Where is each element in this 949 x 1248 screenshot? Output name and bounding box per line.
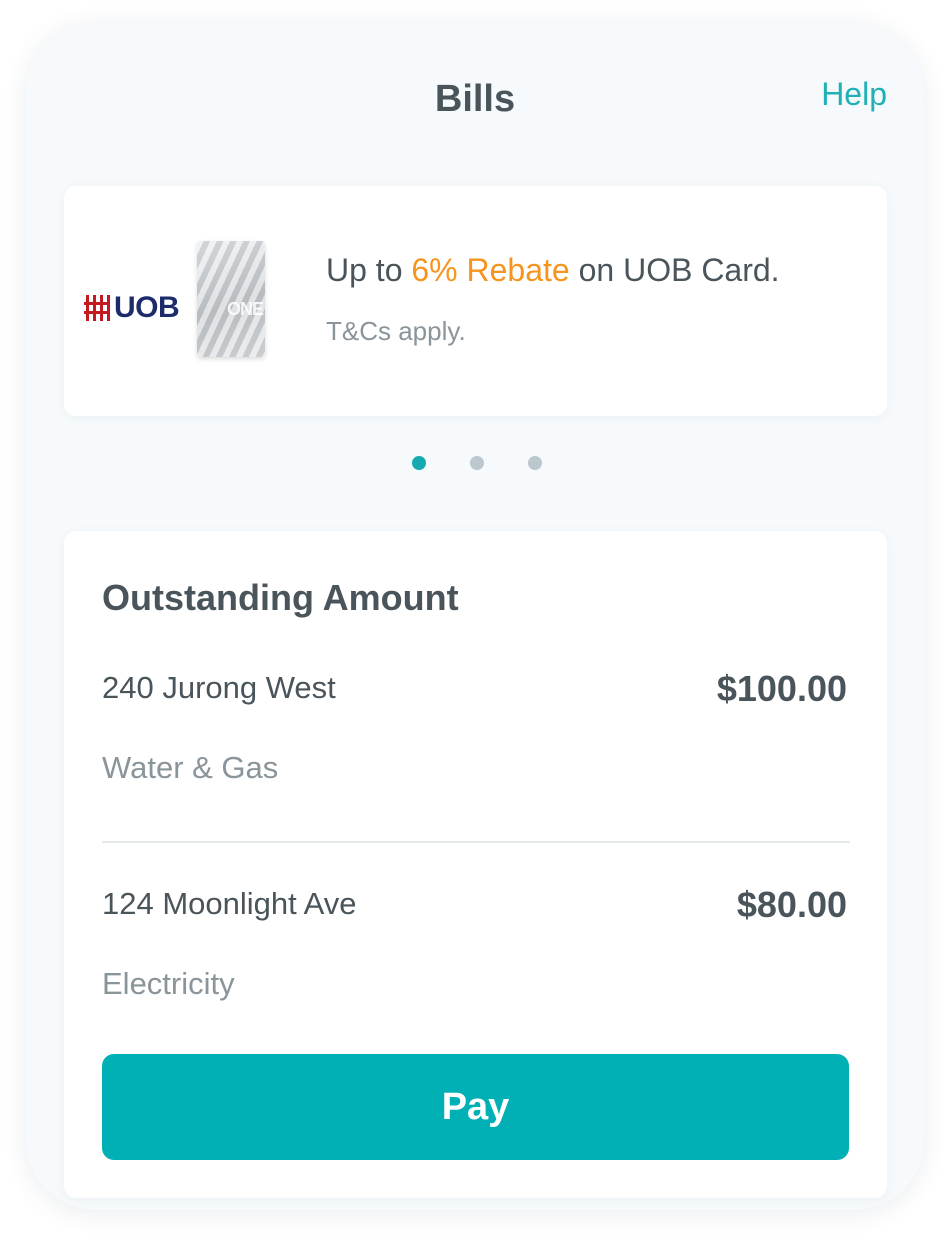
carousel-dot-1[interactable] [412, 456, 426, 470]
pay-button[interactable]: Pay [102, 1054, 849, 1160]
promo-rebate-highlight: 6% Rebate [411, 252, 570, 288]
promo-text-suffix: on UOB Card. [569, 252, 780, 288]
bill-address: 240 Jurong West [102, 670, 336, 705]
bills-screen: Bills Help UOB ONE Up to 6% Rebate on UO… [26, 22, 924, 1210]
outstanding-title: Outstanding Amount [102, 577, 459, 618]
promo-text-prefix: Up to [326, 252, 412, 288]
bill-amount: $100.00 [716, 668, 847, 709]
card-label: ONE [227, 299, 264, 319]
promo-terms: T&Cs apply. [326, 316, 466, 346]
bank-name: UOB [114, 291, 180, 324]
help-link[interactable]: Help [821, 76, 887, 113]
promo-headline: Up to 6% Rebate on UOB Card. [326, 252, 780, 289]
bill-amount: $80.00 [736, 884, 847, 925]
divider [102, 841, 850, 843]
outstanding-card: Outstanding Amount 240 Jurong West $100.… [64, 531, 887, 1198]
promo-banner[interactable]: UOB ONE Up to 6% Rebate on UOB Card. T&C… [64, 186, 887, 416]
credit-card-image: ONE [197, 241, 265, 357]
page-title: Bills [434, 78, 516, 120]
bill-type: Water & Gas [102, 750, 279, 785]
uob-mark-icon [84, 295, 110, 321]
uob-logo: UOB [84, 291, 180, 325]
bill-address: 124 Moonlight Ave [102, 886, 357, 921]
bill-type: Electricity [102, 966, 235, 1001]
carousel-indicator [26, 456, 924, 470]
carousel-dot-2[interactable] [470, 456, 484, 470]
carousel-dot-3[interactable] [528, 456, 542, 470]
